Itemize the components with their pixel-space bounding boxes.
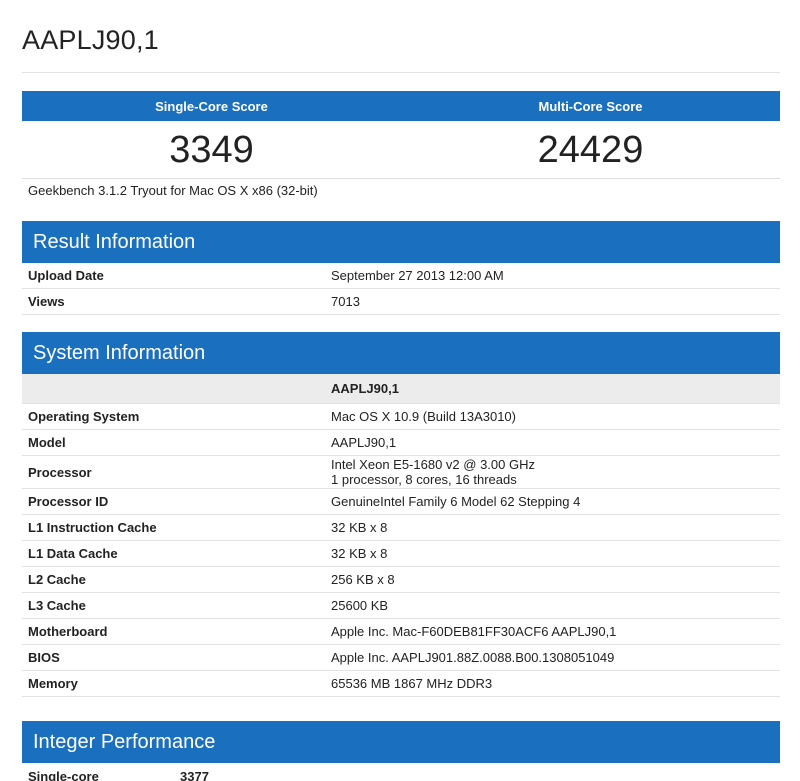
single-core-score-value: 3349 — [169, 129, 254, 171]
benchmark-version: Geekbench 3.1.2 Tryout for Mac OS X x86 … — [28, 183, 318, 198]
row-label: Model — [22, 429, 325, 456]
row-label: Operating System — [22, 403, 325, 430]
single-core-score-label: Single-Core Score — [155, 98, 268, 114]
system-column-header: AAPLJ90,1 — [325, 374, 780, 404]
row-value: 32 KB x 8 — [325, 514, 780, 541]
row-label: Processor — [22, 455, 325, 489]
row-value: GenuineIntel Family 6 Model 62 Stepping … — [325, 488, 780, 515]
result-information-heading: Result Information — [22, 221, 780, 263]
score-values: 3349 24429 — [22, 121, 780, 179]
table-row: L2 Cache 256 KB x 8 — [22, 566, 780, 593]
integer-single-core-label: Single-core — [28, 769, 99, 781]
system-information-table: AAPLJ90,1 Operating System Mac OS X 10.9… — [22, 374, 780, 697]
row-value: 256 KB x 8 — [325, 566, 780, 593]
table-row: Views 7013 — [22, 288, 780, 315]
row-label: Upload Date — [22, 263, 325, 289]
table-row: Upload Date September 27 2013 12:00 AM — [22, 263, 780, 289]
table-row: Motherboard Apple Inc. Mac-F60DEB81FF30A… — [22, 618, 780, 645]
row-label: Processor ID — [22, 488, 325, 515]
integer-single-core-value: 3377 — [180, 769, 209, 781]
score-panel: Single-Core Score Multi-Core Score 3349 … — [22, 91, 780, 179]
table-row: BIOS Apple Inc. AAPLJ901.88Z.0088.B00.13… — [22, 644, 780, 671]
row-label: BIOS — [22, 644, 325, 671]
row-value: 32 KB x 8 — [325, 540, 780, 567]
row-value: Apple Inc. Mac-F60DEB81FF30ACF6 AAPLJ90,… — [325, 618, 780, 645]
row-label: L3 Cache — [22, 592, 325, 619]
header-spacer — [22, 374, 325, 404]
row-value: 65536 MB 1867 MHz DDR3 — [325, 670, 780, 697]
page: AAPLJ90,1 Single-Core Score Multi-Core S… — [0, 0, 800, 781]
table-row: Operating System Mac OS X 10.9 (Build 13… — [22, 403, 780, 430]
row-value: September 27 2013 12:00 AM — [325, 263, 780, 289]
row-value: Mac OS X 10.9 (Build 13A3010) — [325, 403, 780, 430]
row-label: Motherboard — [22, 618, 325, 645]
system-information-heading: System Information — [22, 332, 780, 374]
row-value: AAPLJ90,1 — [325, 429, 780, 456]
row-label: L2 Cache — [22, 566, 325, 593]
table-row: Model AAPLJ90,1 — [22, 429, 780, 456]
table-row: L3 Cache 25600 KB — [22, 592, 780, 619]
result-information-table: Upload Date September 27 2013 12:00 AM V… — [22, 263, 780, 315]
processor-model: Intel Xeon E5-1680 v2 @ 3.00 GHz — [331, 457, 535, 472]
page-title: AAPLJ90,1 — [22, 25, 159, 55]
processor-topology: 1 processor, 8 cores, 16 threads — [331, 472, 517, 487]
table-row: L1 Data Cache 32 KB x 8 — [22, 540, 780, 567]
integer-performance-heading: Integer Performance — [22, 721, 780, 763]
table-row: Processor ID GenuineIntel Family 6 Model… — [22, 488, 780, 515]
row-label: L1 Instruction Cache — [22, 514, 325, 541]
row-value: Apple Inc. AAPLJ901.88Z.0088.B00.1308051… — [325, 644, 780, 671]
row-value: Intel Xeon E5-1680 v2 @ 3.00 GHz 1 proce… — [325, 455, 780, 489]
row-label: Views — [22, 288, 325, 315]
row-value: 7013 — [325, 288, 780, 315]
title-divider — [22, 72, 780, 73]
row-label: L1 Data Cache — [22, 540, 325, 567]
multi-core-score-label: Multi-Core Score — [538, 98, 643, 114]
score-header: Single-Core Score Multi-Core Score — [22, 91, 780, 121]
multi-core-score-value: 24429 — [537, 129, 644, 171]
table-header-row: AAPLJ90,1 — [22, 374, 780, 404]
row-label: Memory — [22, 670, 325, 697]
table-row: L1 Instruction Cache 32 KB x 8 — [22, 514, 780, 541]
table-row: Processor Intel Xeon E5-1680 v2 @ 3.00 G… — [22, 455, 780, 489]
row-value: 25600 KB — [325, 592, 780, 619]
table-row: Memory 65536 MB 1867 MHz DDR3 — [22, 670, 780, 697]
